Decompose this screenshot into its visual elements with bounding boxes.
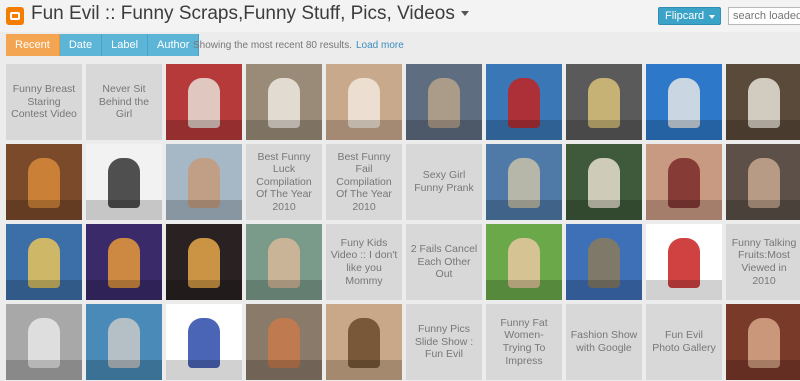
- post-title: Sexy Girl Funny Prank: [414, 169, 474, 194]
- blogger-logo-icon[interactable]: [6, 7, 24, 25]
- punk-bird-thumbnail[interactable]: [486, 144, 562, 220]
- list-menu-thumbnail[interactable]: [166, 304, 242, 380]
- thumbnail-shading: [166, 120, 242, 140]
- cat-bottle-thumbnail[interactable]: [6, 304, 82, 380]
- thumbnail-shading: [166, 360, 242, 380]
- thumbnail-shading: [486, 280, 562, 300]
- view-selector-label: Flipcard: [665, 10, 705, 22]
- post-title-tile[interactable]: Funny Breast Staring Contest Video: [6, 64, 82, 140]
- post-title-tile[interactable]: Best Funny Fail Compilation Of The Year …: [326, 144, 402, 220]
- thumbnail-shading: [726, 360, 800, 380]
- thumbnail-shading: [166, 200, 242, 220]
- post-title-tile[interactable]: Funny Fat Women-Trying To Impress: [486, 304, 562, 380]
- thumbnail-shading: [406, 120, 482, 140]
- portrait-thumbnail[interactable]: [726, 144, 800, 220]
- sort-tabs: Recent Date Label Author: [6, 34, 200, 56]
- search-input[interactable]: [728, 7, 800, 25]
- thumbnail-shading: [6, 200, 82, 220]
- results-status: Showing the most recent 80 results. Load …: [193, 40, 404, 51]
- thumbnail-shading: [326, 120, 402, 140]
- beach-people-thumbnail[interactable]: [166, 144, 242, 220]
- post-title: Funny Pics Slide Show : Fun Evil: [414, 323, 474, 361]
- thumbnail-shading: [726, 200, 800, 220]
- post-title: Funy Kids Video :: I don't like you Momm…: [330, 236, 398, 287]
- thumbnail-shading: [6, 280, 82, 300]
- photo-frame-thumbnail[interactable]: [566, 64, 642, 140]
- dog-photo-thumbnail[interactable]: [566, 144, 642, 220]
- post-title-tile[interactable]: Fashion Show with Google: [566, 304, 642, 380]
- cat-costume-thumbnail[interactable]: [406, 64, 482, 140]
- kid-drinking-thumbnail[interactable]: [246, 224, 322, 300]
- tab-recent[interactable]: Recent: [6, 34, 60, 56]
- post-title: Fun Evil Photo Gallery: [652, 329, 716, 354]
- post-title-tile[interactable]: Best Funny Luck Compilation Of The Year …: [246, 144, 322, 220]
- red-dragon-thumbnail[interactable]: [486, 64, 562, 140]
- post-title-tile[interactable]: Funny Talking Fruits:Most Viewed in 2010: [726, 224, 800, 300]
- chevron-down-icon: [709, 15, 715, 19]
- couple-statue-thumbnail[interactable]: [246, 304, 322, 380]
- comic-strip-thumbnail[interactable]: [646, 224, 722, 300]
- post-title: Funny Talking Fruits:Most Viewed in 2010: [731, 236, 797, 287]
- blog-title: Fun Evil :: Funny Scraps,Funny Stuff, Pi…: [31, 3, 455, 24]
- post-title-tile[interactable]: 2 Fails Cancel Each Other Out: [406, 224, 482, 300]
- post-title-tile[interactable]: Never Sit Behind the Girl: [86, 64, 162, 140]
- chevron-down-icon: [460, 11, 469, 17]
- tattoo-thumbnail[interactable]: [646, 144, 722, 220]
- tab-author[interactable]: Author: [148, 34, 200, 56]
- top-bar: Fun Evil :: Funny Scraps,Funny Stuff, Pi…: [0, 0, 800, 32]
- post-title: Fashion Show with Google: [570, 329, 638, 354]
- thumbnail-shading: [566, 200, 642, 220]
- thumbnail-shading: [246, 360, 322, 380]
- post-title-tile[interactable]: Funy Kids Video :: I don't like you Momm…: [326, 224, 402, 300]
- statues-thumbnail[interactable]: [726, 64, 800, 140]
- band-photo-thumbnail[interactable]: [6, 144, 82, 220]
- thumbnail-shading: [246, 120, 322, 140]
- thumbnail-shading: [646, 200, 722, 220]
- tree-climb-thumbnail[interactable]: [566, 224, 642, 300]
- thumbnail-shading: [166, 280, 242, 300]
- actress-thumbnail[interactable]: [726, 304, 800, 380]
- load-more-link[interactable]: Load more: [356, 40, 404, 51]
- king-cat-thumbnail[interactable]: [86, 224, 162, 300]
- dancer-thumbnail[interactable]: [166, 64, 242, 140]
- results-text: Showing the most recent 80 results.: [193, 40, 352, 51]
- post-title-tile[interactable]: Funny Pics Slide Show : Fun Evil: [406, 304, 482, 380]
- post-title-tile[interactable]: Fun Evil Photo Gallery: [646, 304, 722, 380]
- surfboards-thumbnail[interactable]: [646, 64, 722, 140]
- thumbnail-shading: [486, 200, 562, 220]
- post-title: Never Sit Behind the Girl: [98, 83, 150, 121]
- post-title: Funny Fat Women-Trying To Impress: [500, 316, 548, 367]
- robot-woman-thumbnail[interactable]: [86, 304, 162, 380]
- thumbnail-shading: [86, 360, 162, 380]
- thumbnail-shading: [566, 120, 642, 140]
- thumbnail-shading: [566, 280, 642, 300]
- hula-hoop-girl-thumbnail[interactable]: [486, 224, 562, 300]
- thumbnail-shading: [86, 200, 162, 220]
- thumbnail-shading: [86, 280, 162, 300]
- post-title: Best Funny Luck Compilation Of The Year …: [256, 150, 312, 213]
- thumbnail-shading: [726, 120, 800, 140]
- palace-night-thumbnail[interactable]: [166, 224, 242, 300]
- view-selector-button[interactable]: Flipcard: [658, 7, 721, 25]
- post-title-tile[interactable]: Sexy Girl Funny Prank: [406, 144, 482, 220]
- cats-collage-thumbnail[interactable]: [86, 144, 162, 220]
- post-title: Best Funny Fail Compilation Of The Year …: [336, 150, 392, 213]
- thumbnail-shading: [246, 280, 322, 300]
- thumbnail-shading: [326, 360, 402, 380]
- thumbnail-shading: [646, 120, 722, 140]
- post-title: Funny Breast Staring Contest Video: [11, 83, 77, 121]
- post-title: 2 Fails Cancel Each Other Out: [410, 243, 478, 281]
- thumbnail-shading: [486, 120, 562, 140]
- thumbnail-shading: [6, 360, 82, 380]
- vintage-man-thumbnail[interactable]: [326, 304, 402, 380]
- tab-label[interactable]: Label: [102, 34, 149, 56]
- couple-photo-thumbnail[interactable]: [326, 64, 402, 140]
- book-reader-thumbnail[interactable]: [246, 64, 322, 140]
- face-painting-thumbnail[interactable]: [6, 224, 82, 300]
- thumbnail-shading: [646, 280, 722, 300]
- blog-title-dropdown[interactable]: Fun Evil :: Funny Scraps,Funny Stuff, Pi…: [31, 3, 469, 25]
- tab-date[interactable]: Date: [59, 34, 103, 56]
